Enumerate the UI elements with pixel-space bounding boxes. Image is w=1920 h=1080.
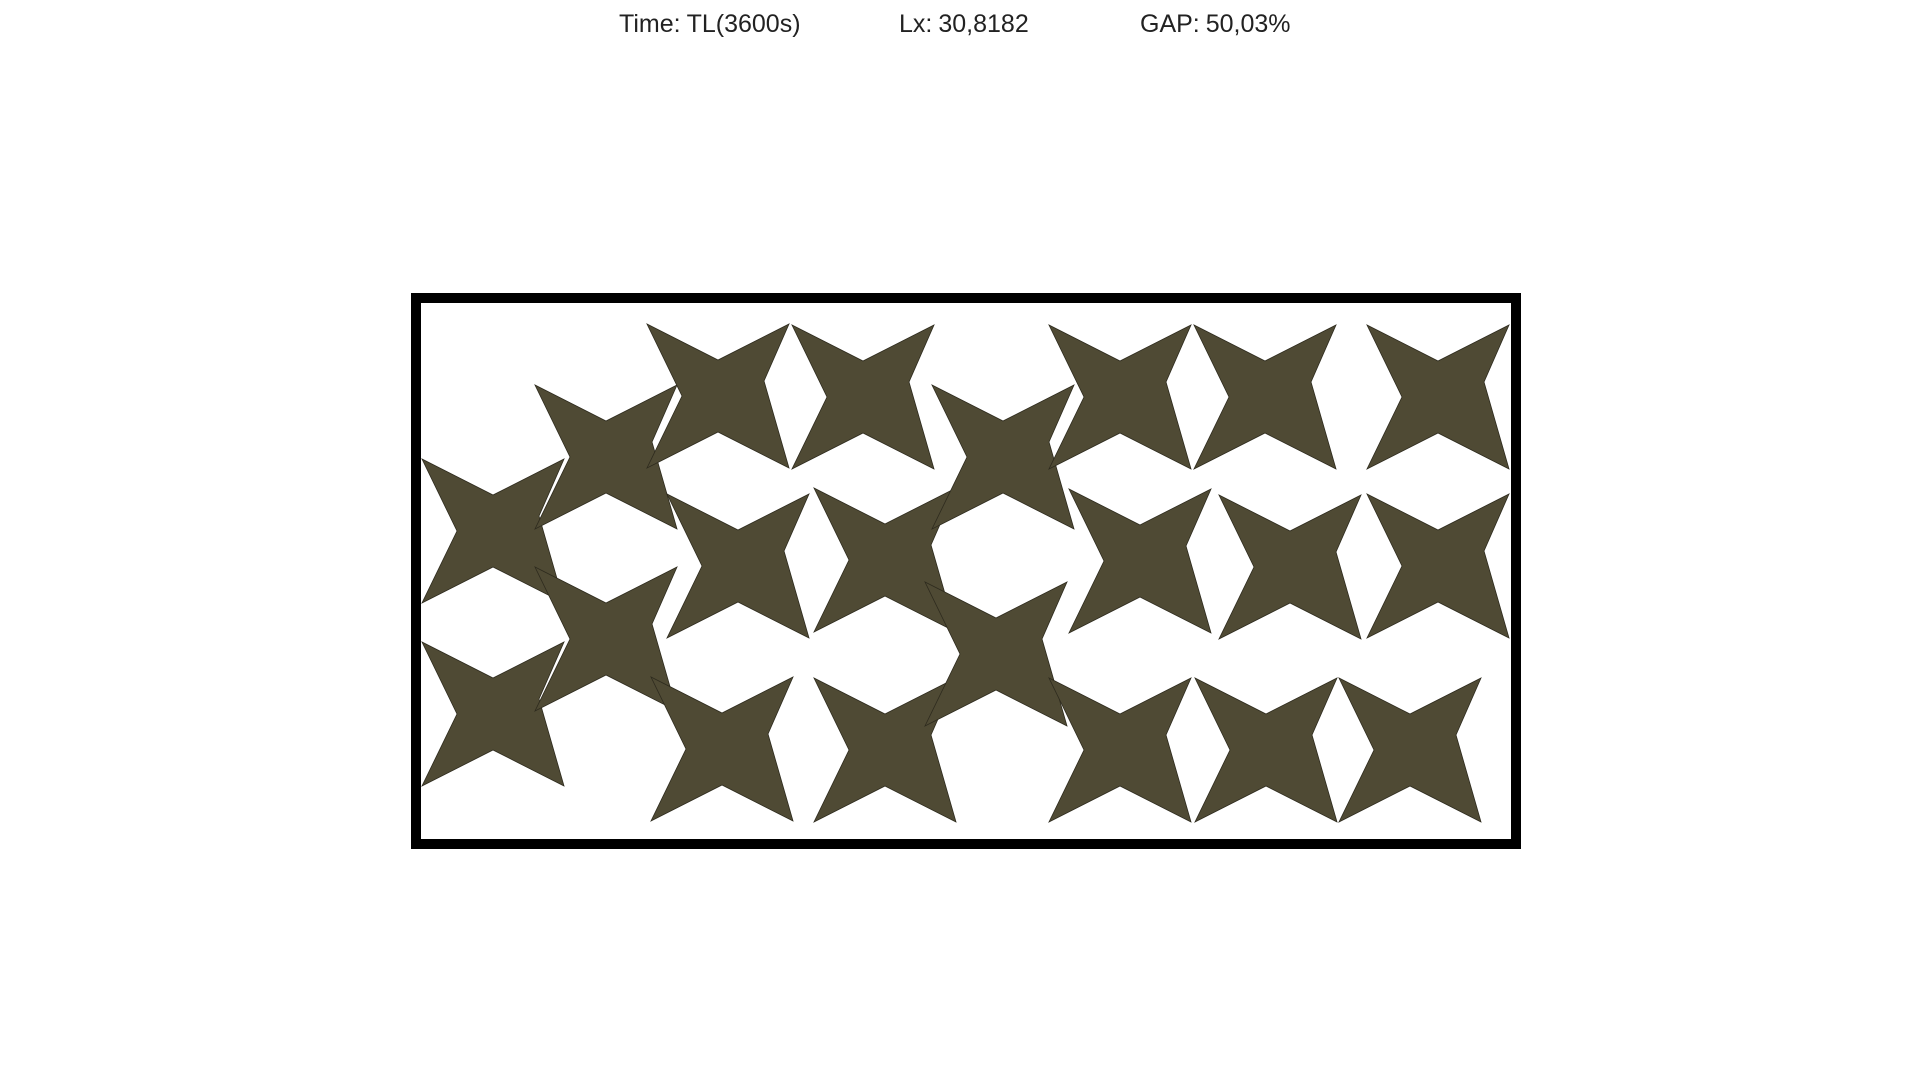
star-piece bbox=[1366, 493, 1510, 639]
star-piece bbox=[1366, 324, 1510, 470]
star-piece bbox=[534, 566, 678, 712]
star-piece bbox=[813, 487, 957, 633]
star-piece bbox=[1338, 677, 1482, 823]
star-piece bbox=[1068, 488, 1212, 634]
star-piece bbox=[1193, 324, 1337, 470]
star-piece bbox=[666, 493, 810, 639]
star-piece bbox=[650, 676, 794, 822]
star-piece bbox=[421, 641, 565, 787]
star-piece bbox=[924, 581, 1068, 727]
pieces-group bbox=[421, 323, 1510, 823]
star-piece bbox=[1194, 677, 1338, 823]
star-piece bbox=[1218, 494, 1362, 640]
star-piece bbox=[813, 677, 957, 823]
container-border bbox=[411, 293, 1521, 849]
star-piece bbox=[931, 384, 1075, 530]
star-piece bbox=[1048, 677, 1192, 823]
star-piece bbox=[1048, 324, 1192, 470]
star-piece bbox=[791, 324, 935, 470]
packing-layout bbox=[411, 293, 1521, 849]
